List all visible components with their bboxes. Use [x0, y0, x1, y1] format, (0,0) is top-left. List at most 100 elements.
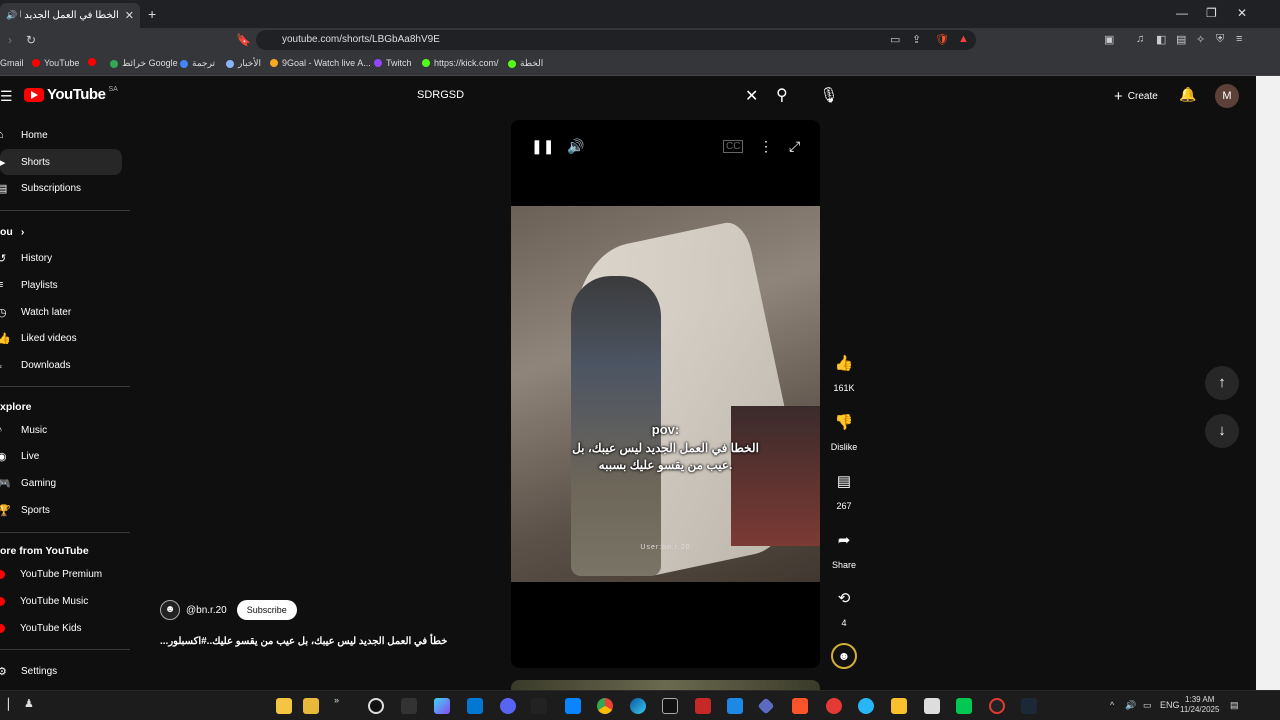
language-indicator[interactable]: ENG	[1160, 700, 1180, 710]
previous-short-button[interactable]: ↑	[1205, 366, 1239, 400]
sidebar-item-youtube-kids[interactable]: YouTube Kids	[0, 615, 122, 641]
sidebar-item-downloads[interactable]: ⤓Downloads	[0, 352, 122, 378]
next-short-button[interactable]: ↓	[1205, 414, 1239, 448]
chrome-icon[interactable]	[597, 698, 613, 714]
forward-icon[interactable]: ›	[8, 33, 12, 47]
youtube-logo[interactable]: YouTube SA	[24, 86, 118, 103]
bookmark-maps[interactable]: خرائط Google	[110, 58, 178, 69]
new-tab-icon[interactable]: +	[148, 6, 156, 22]
microphone-icon[interactable]: 🎙	[816, 83, 842, 109]
app-cyan-icon[interactable]	[858, 698, 874, 714]
dislike-button[interactable]: 👎 Dislike	[829, 408, 859, 452]
channel-avatar[interactable]: ☻	[160, 600, 180, 620]
copilot-icon[interactable]	[434, 698, 450, 714]
pause-icon[interactable]: ❚❚	[531, 138, 554, 155]
notifications-bell-icon[interactable]: 🔔	[1179, 86, 1196, 103]
sidebar-item-liked-videos[interactable]: 👍 Liked videos	[0, 325, 122, 351]
cast-icon[interactable]: ▭	[890, 33, 900, 46]
volume-icon[interactable]: 🔊	[567, 138, 584, 155]
account-avatar[interactable]: M	[1215, 84, 1239, 108]
bookmark-youtube[interactable]: YouTube	[32, 58, 79, 68]
menu-icon[interactable]: ≡	[1236, 33, 1242, 45]
app-blue-icon[interactable]	[727, 698, 743, 714]
brave-rewards-icon[interactable]: ▲	[958, 33, 969, 45]
network-icon[interactable]: ▭	[1143, 700, 1152, 711]
taskview-icon[interactable]: ▏	[8, 698, 16, 711]
app-white-icon[interactable]	[924, 698, 940, 714]
notification-center-icon[interactable]: ▤	[1230, 700, 1239, 711]
like-button[interactable]: 👍 161K	[829, 349, 859, 393]
app-green-icon[interactable]	[956, 698, 972, 714]
sidebar-item-live[interactable]: ◉ Live	[0, 443, 122, 469]
share-button[interactable]: ➦ Share	[829, 526, 859, 570]
close-tab-icon[interactable]: ✕	[125, 9, 134, 22]
tray-chevron-icon[interactable]: ^	[1110, 700, 1114, 710]
sidebar-item-settings[interactable]: ⚙ Settings	[0, 658, 122, 684]
sidebar-item-watch-later[interactable]: ◷ Watch later	[0, 299, 122, 325]
vscode-icon[interactable]	[467, 698, 483, 714]
channel-handle[interactable]: @bn.r.20	[186, 605, 227, 616]
sidebar-item-sports[interactable]: 🏆 Sports	[0, 497, 122, 523]
bookmark-news[interactable]: الأخبار	[226, 58, 261, 69]
app-shield-icon[interactable]	[826, 698, 842, 714]
system-clock[interactable]: 1:39 AM 11/24/2025	[1180, 695, 1219, 715]
steam-icon[interactable]	[1021, 698, 1037, 714]
leo-icon[interactable]: ✧	[1196, 33, 1205, 46]
captions-icon[interactable]: CC	[723, 140, 744, 153]
clear-search-icon[interactable]: ✕	[745, 86, 758, 106]
app-icon[interactable]: ♟	[24, 697, 34, 710]
subscribe-button[interactable]: Subscribe	[236, 600, 297, 620]
explorer-icon[interactable]	[891, 698, 907, 714]
discord-icon[interactable]	[500, 698, 516, 714]
bookmark-twitch[interactable]: Twitch	[374, 58, 412, 68]
close-window-icon[interactable]: ✕	[1237, 6, 1247, 20]
brave-shields-icon[interactable]: 🛡	[935, 33, 949, 46]
sidebar-toggle-icon[interactable]: ▣	[1104, 33, 1114, 46]
url-field[interactable]: youtube.com/shorts/LBGbAa8hV9E	[256, 30, 976, 50]
cmd-icon[interactable]	[662, 698, 678, 714]
bookmark-icon[interactable]: 🔖	[236, 33, 251, 47]
sidebar-item-subscriptions[interactable]: ▤ Subscriptions	[0, 175, 122, 201]
bookmark-gmail[interactable]: Gmail	[0, 58, 24, 68]
edge-icon[interactable]	[630, 698, 646, 714]
more-options-icon[interactable]: ⋮	[759, 138, 773, 155]
create-button[interactable]: + Create	[1106, 84, 1166, 108]
terminal-icon[interactable]	[531, 698, 547, 714]
sidebar-item-history[interactable]: ↺ History	[0, 245, 122, 271]
clock-app-icon[interactable]	[368, 698, 384, 714]
channel-avatar-icon[interactable]: ☻	[831, 643, 857, 669]
bookmark-plan[interactable]: الخطة	[508, 58, 543, 69]
file-icon[interactable]	[276, 698, 292, 714]
search-icon[interactable]: ⚲	[776, 85, 788, 105]
sidebar-item-youtube-premium[interactable]: YouTube Premium	[0, 561, 122, 587]
minimize-icon[interactable]: —	[1176, 6, 1188, 20]
shorts-player[interactable]: ❚❚ 🔊 CC ⋮ ⤢ pov: الخطا في العمل الجديد ل…	[511, 120, 820, 668]
sidebar-item-playlists[interactable]: ≡ Playlists	[0, 272, 122, 298]
remix-button[interactable]: ⟲ 4	[829, 584, 859, 628]
folder-icon[interactable]	[303, 698, 319, 714]
calculator-icon[interactable]	[401, 698, 417, 714]
speaker-tray-icon[interactable]: 🔊	[1125, 700, 1136, 711]
page-scrollbar[interactable]	[1256, 76, 1280, 690]
bookmark-kick[interactable]: https://kick.com/	[422, 58, 499, 68]
browser-tab-active[interactable]: 🔊 الخطا في العمل الجديد ليس عيب ✕	[0, 3, 140, 28]
video-frame[interactable]: pov: الخطا في العمل الجديد ليس عيبك، بل …	[511, 206, 820, 582]
sidebar-item-shorts[interactable]: ▶ Shorts	[0, 149, 122, 175]
sidebar-item-gaming[interactable]: 🎮 Gaming	[0, 470, 122, 496]
maximize-icon[interactable]: ❐	[1206, 6, 1217, 20]
app-diamond-icon[interactable]	[757, 697, 775, 715]
sidebar-item-home[interactable]: ⌂ Home	[0, 122, 122, 148]
fullscreen-icon[interactable]: ⤢	[789, 138, 800, 155]
bookmark-translate[interactable]: ترجمة	[180, 58, 215, 69]
app-red-icon[interactable]	[695, 698, 711, 714]
panel-icon[interactable]: ◧	[1156, 33, 1166, 46]
overflow-icon[interactable]: »	[334, 695, 339, 705]
vpn-icon[interactable]: ⛨	[1216, 33, 1224, 46]
app-circle-icon[interactable]	[989, 698, 1005, 714]
media-icon[interactable]: ♫	[1136, 33, 1144, 45]
share-page-icon[interactable]: ⇪	[912, 33, 921, 46]
store-icon[interactable]	[565, 698, 581, 714]
brave-icon[interactable]	[792, 698, 808, 714]
sidebar-item-youtube-music[interactable]: YouTube Music	[0, 588, 122, 614]
sidebar-item-music[interactable]: ♪Music	[0, 417, 122, 443]
